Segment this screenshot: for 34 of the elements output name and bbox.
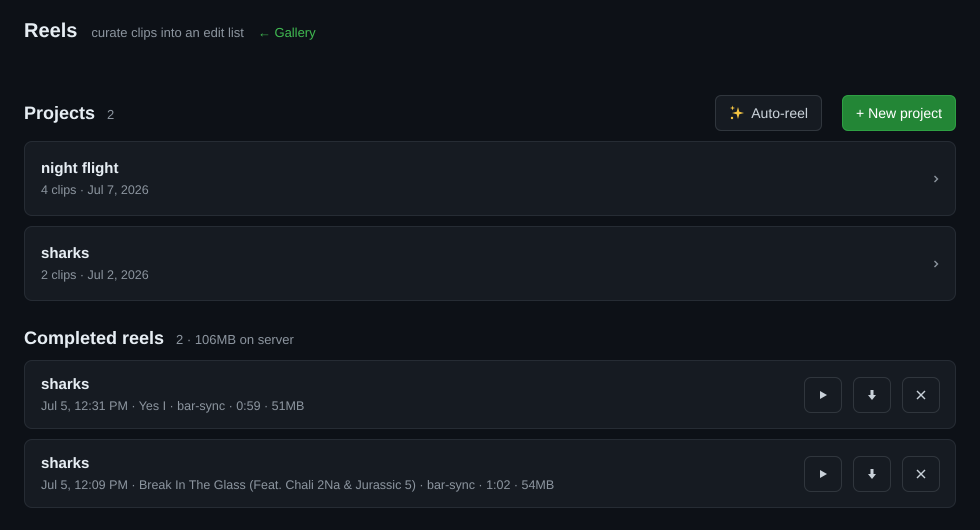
close-icon xyxy=(915,388,927,400)
delete-button[interactable] xyxy=(902,376,940,412)
play-button[interactable] xyxy=(804,456,842,492)
project-meta: 2 clips · Jul 2, 2026 xyxy=(41,268,150,282)
reel-name: sharks xyxy=(41,376,90,393)
project-name: sharks xyxy=(41,245,90,262)
project-meta: 4 clips · Jul 7, 2026 xyxy=(41,183,150,197)
play-button[interactable] xyxy=(804,376,842,412)
project-name: night flight xyxy=(41,160,120,177)
page-title: Reels xyxy=(24,20,78,43)
project-card[interactable]: sharks 2 clips · Jul 2, 2026 xyxy=(24,226,956,301)
new-project-button[interactable]: + New project xyxy=(842,95,956,131)
play-icon xyxy=(817,388,829,400)
download-icon xyxy=(866,388,878,400)
completed-summary: 2 · 106MB on server xyxy=(176,332,294,347)
section-title: Projects xyxy=(24,102,96,124)
download-button[interactable] xyxy=(853,456,891,492)
auto-reel-button[interactable]: Auto-reel xyxy=(715,95,822,131)
sparkles-icon xyxy=(729,105,746,121)
delete-button[interactable] xyxy=(902,456,940,492)
play-icon xyxy=(817,468,829,480)
project-count: 2 xyxy=(107,107,114,122)
download-icon xyxy=(866,468,878,480)
reel-meta: Jul 5, 12:31 PM · Yes I · bar-sync · 0:59 · 51MB xyxy=(41,399,306,413)
gallery-link[interactable]: ← Gallery xyxy=(258,25,316,40)
page-subtitle: curate clips into an edit list xyxy=(91,25,244,40)
chevron-icon xyxy=(933,174,939,184)
download-button[interactable] xyxy=(853,376,891,412)
reel-name: sharks xyxy=(41,455,90,472)
reel-meta: Jul 5, 12:09 PM · Break In The Glass (Feat. Chali 2Na & Jurassic 5) · bar-sync · 1:02 · 54MB xyxy=(41,478,556,492)
project-card[interactable]: night flight 4 clips · Jul 7, 2026 xyxy=(24,141,956,216)
chevron-icon xyxy=(933,258,939,268)
section-title: Completed reels xyxy=(24,328,164,348)
close-icon xyxy=(915,468,927,480)
